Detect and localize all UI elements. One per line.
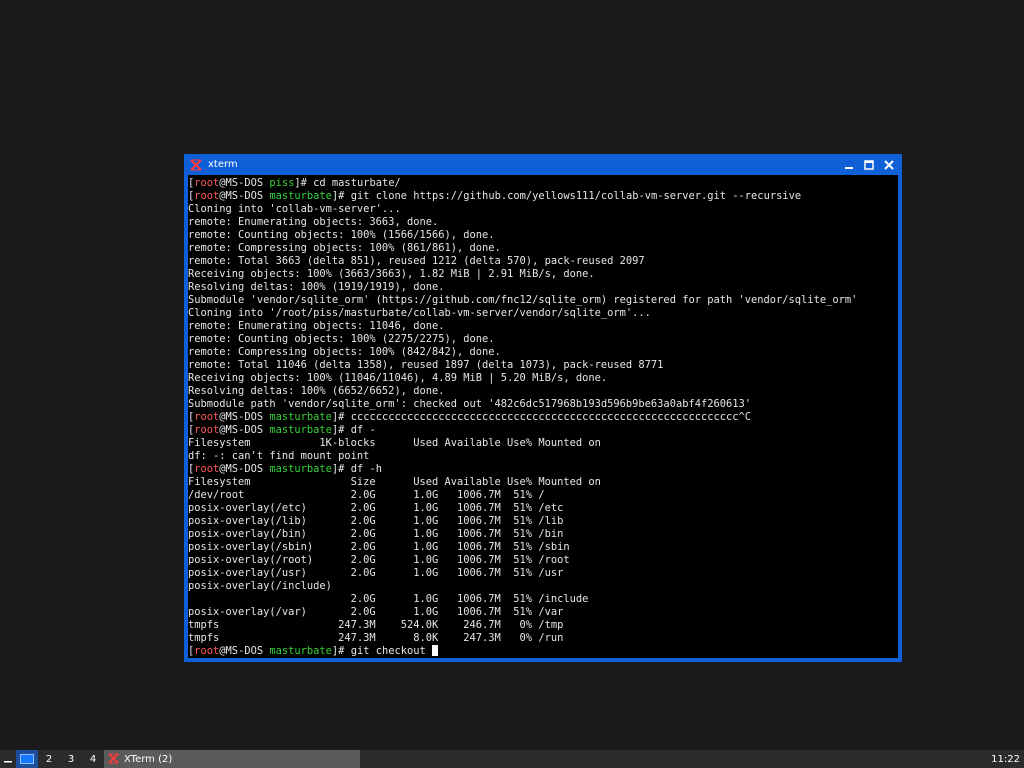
terminal-output-line: Filesystem Size Used Available Use% Moun… [188, 476, 601, 488]
prompt-dir: masturbate [269, 190, 332, 202]
prompt-user: root [194, 645, 220, 657]
workspace-1-icon [20, 754, 34, 764]
terminal-output-line: Resolving deltas: 100% (1919/1919), done… [188, 281, 445, 293]
terminal-output-line: Receiving objects: 100% (3663/3663), 1.8… [188, 268, 595, 280]
prompt-host: @MS-DOS [219, 463, 270, 475]
minimize-icon [845, 166, 853, 169]
maximize-icon [864, 159, 874, 170]
terminal-prompt-line: [root@MS-DOS masturbate]# cccccccccccccc… [188, 411, 898, 424]
prompt-command: df - [350, 424, 376, 436]
menu-underscore-icon [4, 761, 12, 763]
xterm-x-icon [108, 753, 120, 765]
prompt-host: @MS-DOS [219, 177, 270, 189]
prompt-dir: masturbate [269, 463, 332, 475]
prompt-dir: piss [269, 177, 295, 189]
terminal-output-line: remote: Compressing objects: 100% (842/8… [188, 346, 501, 358]
terminal-prompt-line: [root@MS-DOS piss]# cd masturbate/ [188, 177, 898, 190]
xterm-x-icon [190, 158, 202, 171]
terminal-output-line: Submodule 'vendor/sqlite_orm' (https://g… [188, 294, 858, 306]
close-icon [884, 159, 894, 170]
prompt-command: df -h [350, 463, 382, 475]
terminal-cursor [432, 645, 439, 656]
terminal-output-line: /dev/root 2.0G 1.0G 1006.7M 51% / [188, 489, 545, 501]
prompt-user: root [194, 411, 220, 423]
prompt-command: cccccccccccccccccccccccccccccccccccccccc… [350, 411, 752, 423]
terminal-output-line: posix-overlay(/include) [188, 580, 332, 592]
terminal-output-line: remote: Enumerating objects: 3663, done. [188, 216, 439, 228]
terminal-output-line: remote: Compressing objects: 100% (861/8… [188, 242, 501, 254]
prompt-user: root [194, 177, 220, 189]
prompt-bracket: ]# [331, 190, 351, 202]
prompt-dir: masturbate [269, 645, 332, 657]
terminal-output-line: 2.0G 1.0G 1006.7M 51% /include [188, 593, 589, 605]
terminal-output-line: Cloning into '/root/piss/masturbate/coll… [188, 307, 651, 319]
terminal-prompt-line: [root@MS-DOS masturbate]# df -h [188, 463, 898, 476]
terminal-area[interactable]: [root@MS-DOS piss]# cd masturbate/[root@… [188, 175, 898, 658]
prompt-bracket: ]# [294, 177, 314, 189]
terminal-output-line: Submodule path 'vendor/sqlite_orm': chec… [188, 398, 752, 410]
prompt-bracket: ]# [331, 463, 351, 475]
prompt-bracket: ]# [331, 645, 351, 657]
prompt-bracket: ]# [331, 411, 351, 423]
prompt-user: root [194, 190, 220, 202]
workspace-3-button[interactable]: 3 [60, 750, 82, 768]
terminal-output-line: posix-overlay(/bin) 2.0G 1.0G 1006.7M 51… [188, 528, 564, 540]
terminal-output-line: remote: Counting objects: 100% (1566/156… [188, 229, 495, 241]
workspace-2-button[interactable]: 2 [38, 750, 60, 768]
workspace-4-button[interactable]: 4 [82, 750, 104, 768]
terminal-output-line: Filesystem 1K-blocks Used Available Use%… [188, 437, 601, 449]
prompt-user: root [194, 463, 220, 475]
terminal-output-line: remote: Total 3663 (delta 851), reused 1… [188, 255, 645, 267]
prompt-bracket: ]# [331, 424, 351, 436]
prompt-host: @MS-DOS [219, 645, 270, 657]
task-xterm[interactable]: XTerm (2) [104, 750, 360, 768]
workspace-1-button[interactable] [16, 750, 38, 768]
terminal-output-line: remote: Enumerating objects: 11046, done… [188, 320, 445, 332]
terminal-output-line: Cloning into 'collab-vm-server'... [188, 203, 401, 215]
terminal-output-line: posix-overlay(/root) 2.0G 1.0G 1006.7M 5… [188, 554, 570, 566]
task-label: XTerm (2) [124, 753, 173, 765]
prompt-command: cd masturbate/ [313, 177, 401, 189]
window-titlebar[interactable]: xterm [186, 156, 900, 173]
prompt-host: @MS-DOS [219, 424, 270, 436]
terminal-output-line: Resolving deltas: 100% (6652/6652), done… [188, 385, 445, 397]
prompt-host: @MS-DOS [219, 190, 270, 202]
prompt-command: git checkout [350, 645, 433, 657]
terminal-output-line: remote: Total 11046 (delta 1358), reused… [188, 359, 664, 371]
clock: 11:22 [991, 753, 1020, 765]
maximize-button[interactable] [862, 158, 876, 172]
start-menu-button[interactable] [0, 750, 16, 768]
window-title: xterm [208, 159, 238, 170]
terminal-output-line: posix-overlay(/var) 2.0G 1.0G 1006.7M 51… [188, 606, 564, 618]
prompt-command: git clone https://github.com/yellows111/… [350, 190, 802, 202]
terminal-output-line: remote: Counting objects: 100% (2275/227… [188, 333, 495, 345]
terminal-prompt-line: [root@MS-DOS masturbate]# git clone http… [188, 190, 898, 203]
terminal-prompt-line: [root@MS-DOS masturbate]# git checkout [188, 645, 898, 658]
terminal-prompt-line: [root@MS-DOS masturbate]# df - [188, 424, 898, 437]
xterm-window[interactable]: xterm [root@MS-DOS piss]# cd masturbate/ [184, 154, 902, 662]
taskbar: 2 3 4 XTerm (2) 11:22 [0, 750, 1024, 768]
prompt-host: @MS-DOS [219, 411, 270, 423]
terminal-output-line: posix-overlay(/lib) 2.0G 1.0G 1006.7M 51… [188, 515, 564, 527]
prompt-dir: masturbate [269, 411, 332, 423]
terminal-output-line: tmpfs 247.3M 524.0K 246.7M 0% /tmp [188, 619, 564, 631]
terminal-output-line: tmpfs 247.3M 8.0K 247.3M 0% /run [188, 632, 564, 644]
prompt-dir: masturbate [269, 424, 332, 436]
terminal-output: [root@MS-DOS piss]# cd masturbate/[root@… [188, 175, 898, 658]
prompt-user: root [194, 424, 220, 436]
terminal-output-line: Receiving objects: 100% (11046/11046), 4… [188, 372, 608, 384]
minimize-button[interactable] [842, 158, 856, 172]
terminal-output-line: posix-overlay(/sbin) 2.0G 1.0G 1006.7M 5… [188, 541, 570, 553]
terminal-output-line: posix-overlay(/usr) 2.0G 1.0G 1006.7M 51… [188, 567, 564, 579]
terminal-output-line: df: -: can't find mount point [188, 450, 370, 462]
terminal-output-line: posix-overlay(/etc) 2.0G 1.0G 1006.7M 51… [188, 502, 564, 514]
close-button[interactable] [882, 158, 896, 172]
